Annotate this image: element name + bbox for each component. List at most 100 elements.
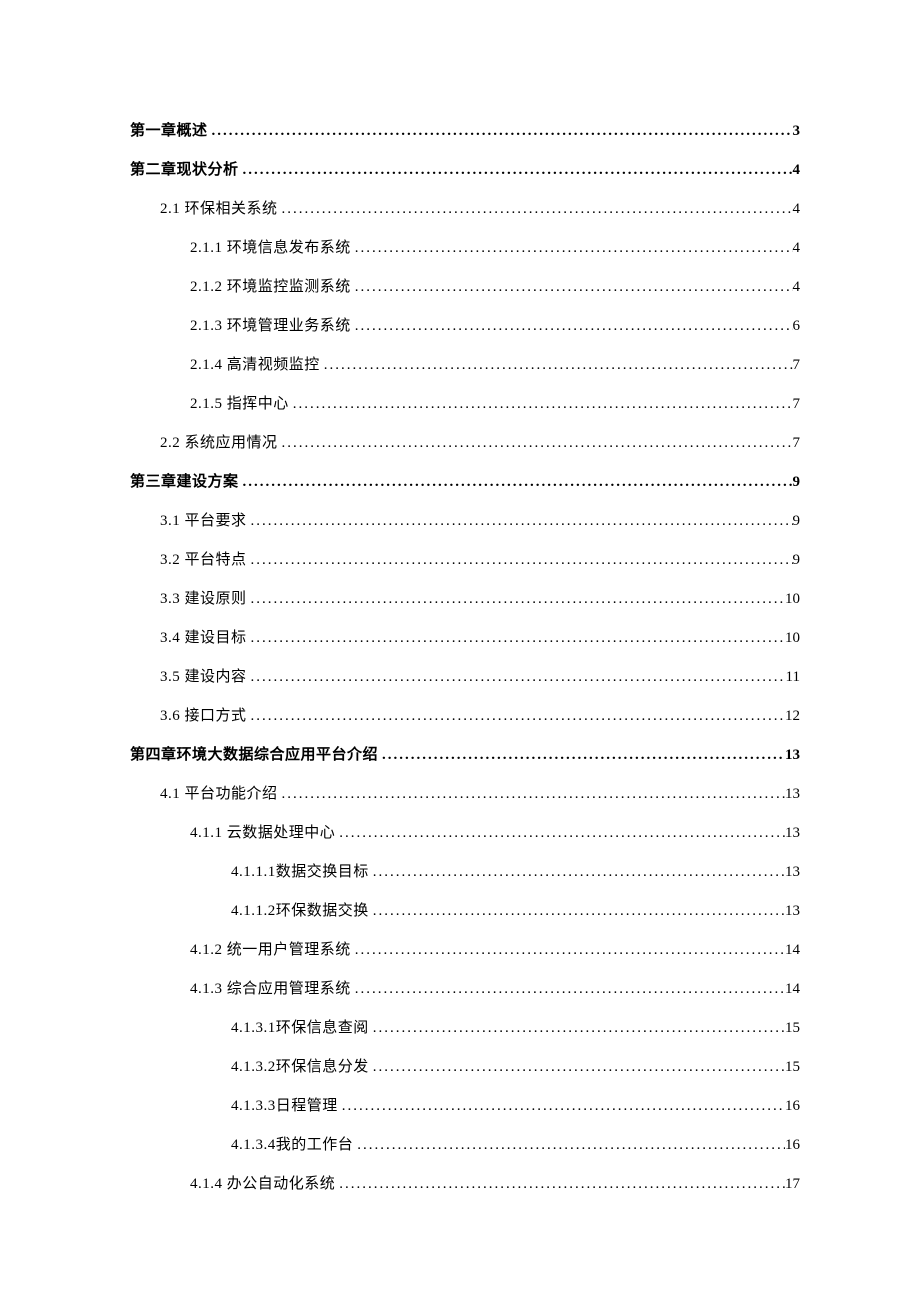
toc-page: 第一章概述...................................… (0, 0, 920, 1196)
toc-title: 第二章现状分析 (130, 159, 239, 182)
toc-page-number: 3 (793, 120, 801, 143)
toc-entry[interactable]: 4.1.3.2环保信息分发...........................… (231, 1056, 800, 1079)
toc-page-number: 9 (793, 471, 801, 494)
toc-leader-dots: ........................................… (278, 432, 793, 455)
toc-entry[interactable]: 2.2 系统应用情况..............................… (160, 432, 800, 455)
toc-leader-dots: ........................................… (369, 1056, 785, 1079)
toc-title: 4.1.1.2环保数据交换 (231, 900, 369, 923)
toc-page-number: 7 (793, 393, 801, 416)
toc-entry[interactable]: 4.1.2 统一用户管理系统..........................… (190, 939, 800, 962)
toc-entry[interactable]: 2.1.2 环境监控监测系统..........................… (190, 276, 800, 299)
toc-leader-dots: ........................................… (369, 861, 785, 884)
toc-page-number: 4 (793, 276, 801, 299)
toc-leader-dots: ........................................… (278, 198, 793, 221)
toc-leader-dots: ........................................… (208, 120, 793, 143)
toc-page-number: 10 (785, 588, 800, 611)
toc-page-number: 13 (785, 822, 800, 845)
toc-entry[interactable]: 4.1.3.1环保信息查阅...........................… (231, 1017, 800, 1040)
toc-entry[interactable]: 4.1 平台功能介绍..............................… (160, 783, 800, 806)
toc-title: 3.1 平台要求 (160, 510, 247, 533)
toc-leader-dots: ........................................… (278, 783, 785, 806)
toc-leader-dots: ........................................… (378, 744, 785, 767)
toc-title: 4.1.3.1环保信息查阅 (231, 1017, 369, 1040)
toc-title: 3.2 平台特点 (160, 549, 247, 572)
toc-entry[interactable]: 2.1.1 环境信息发布系统..........................… (190, 237, 800, 260)
toc-leader-dots: ........................................… (351, 315, 793, 338)
toc-title: 4.1.3.3日程管理 (231, 1095, 338, 1118)
toc-leader-dots: ........................................… (351, 237, 793, 260)
table-of-contents: 第一章概述...................................… (130, 120, 800, 1196)
toc-title: 2.1 环保相关系统 (160, 198, 278, 221)
toc-title: 4.1.1 云数据处理中心 (190, 822, 335, 845)
toc-entry[interactable]: 3.3 建设原则................................… (160, 588, 800, 611)
toc-entry[interactable]: 第四章环境大数据综合应用平台介绍........................… (130, 744, 800, 767)
toc-entry[interactable]: 4.1.1 云数据处理中心...........................… (190, 822, 800, 845)
toc-entry[interactable]: 4.1.3.4我的工作台............................… (231, 1134, 800, 1157)
toc-title: 2.1.3 环境管理业务系统 (190, 315, 351, 338)
toc-title: 4.1.3.2环保信息分发 (231, 1056, 369, 1079)
toc-title: 2.1.4 高清视频监控 (190, 354, 320, 377)
toc-entry[interactable]: 4.1.1.1数据交换目标...........................… (231, 861, 800, 884)
toc-entry[interactable]: 3.1 平台要求................................… (160, 510, 800, 533)
toc-leader-dots: ........................................… (289, 393, 793, 416)
toc-leader-dots: ........................................… (247, 627, 785, 650)
toc-entry[interactable]: 2.1.3 环境管理业务系统..........................… (190, 315, 800, 338)
toc-title: 4.1.3 综合应用管理系统 (190, 978, 351, 1001)
toc-page-number: 9 (793, 510, 801, 533)
toc-leader-dots: ........................................… (369, 900, 785, 923)
toc-page-number: 14 (785, 939, 800, 962)
toc-entry[interactable]: 4.1.3.3日程管理.............................… (231, 1095, 800, 1118)
toc-entry[interactable]: 3.4 建设目标................................… (160, 627, 800, 650)
toc-title: 2.1.1 环境信息发布系统 (190, 237, 351, 260)
toc-entry[interactable]: 3.2 平台特点................................… (160, 549, 800, 572)
toc-page-number: 12 (785, 705, 800, 728)
toc-title: 3.5 建设内容 (160, 666, 247, 689)
toc-page-number: 4 (793, 159, 801, 182)
toc-page-number: 13 (785, 744, 800, 767)
toc-page-number: 11 (786, 666, 800, 689)
toc-title: 第四章环境大数据综合应用平台介绍 (130, 744, 378, 767)
toc-page-number: 13 (785, 783, 800, 806)
toc-leader-dots: ........................................… (369, 1017, 785, 1040)
toc-page-number: 13 (785, 900, 800, 923)
toc-entry[interactable]: 第三章建设方案.................................… (130, 471, 800, 494)
toc-leader-dots: ........................................… (335, 1173, 785, 1196)
toc-leader-dots: ........................................… (351, 939, 785, 962)
toc-title: 3.3 建设原则 (160, 588, 247, 611)
toc-entry[interactable]: 第二章现状分析.................................… (130, 159, 800, 182)
toc-entry[interactable]: 2.1.4 高清视频监控............................… (190, 354, 800, 377)
toc-entry[interactable]: 2.1.5 指挥中心..............................… (190, 393, 800, 416)
toc-leader-dots: ........................................… (338, 1095, 785, 1118)
toc-title: 3.6 接口方式 (160, 705, 247, 728)
toc-leader-dots: ........................................… (353, 1134, 785, 1157)
toc-page-number: 7 (793, 354, 801, 377)
toc-leader-dots: ........................................… (247, 705, 785, 728)
toc-leader-dots: ........................................… (320, 354, 793, 377)
toc-entry[interactable]: 3.6 接口方式................................… (160, 705, 800, 728)
toc-entry[interactable]: 4.1.4 办公自动化系统...........................… (190, 1173, 800, 1196)
toc-leader-dots: ........................................… (351, 276, 793, 299)
toc-page-number: 15 (785, 1056, 800, 1079)
toc-entry[interactable]: 第一章概述...................................… (130, 120, 800, 143)
toc-entry[interactable]: 3.5 建设内容................................… (160, 666, 800, 689)
toc-title: 4.1.3.4我的工作台 (231, 1134, 353, 1157)
toc-page-number: 17 (785, 1173, 800, 1196)
toc-entry[interactable]: 4.1.3 综合应用管理系统..........................… (190, 978, 800, 1001)
toc-title: 4.1.1.1数据交换目标 (231, 861, 369, 884)
toc-leader-dots: ........................................… (247, 549, 793, 572)
toc-entry[interactable]: 4.1.1.2环保数据交换...........................… (231, 900, 800, 923)
toc-leader-dots: ........................................… (239, 471, 793, 494)
toc-title: 4.1.2 统一用户管理系统 (190, 939, 351, 962)
toc-title: 2.2 系统应用情况 (160, 432, 278, 455)
toc-page-number: 10 (785, 627, 800, 650)
toc-page-number: 9 (793, 549, 801, 572)
toc-leader-dots: ........................................… (239, 159, 793, 182)
toc-page-number: 7 (793, 432, 801, 455)
toc-title: 3.4 建设目标 (160, 627, 247, 650)
toc-title: 2.1.5 指挥中心 (190, 393, 289, 416)
toc-page-number: 4 (793, 198, 801, 221)
toc-leader-dots: ........................................… (247, 510, 793, 533)
toc-title: 第三章建设方案 (130, 471, 239, 494)
toc-entry[interactable]: 2.1 环保相关系统..............................… (160, 198, 800, 221)
toc-title: 4.1 平台功能介绍 (160, 783, 278, 806)
